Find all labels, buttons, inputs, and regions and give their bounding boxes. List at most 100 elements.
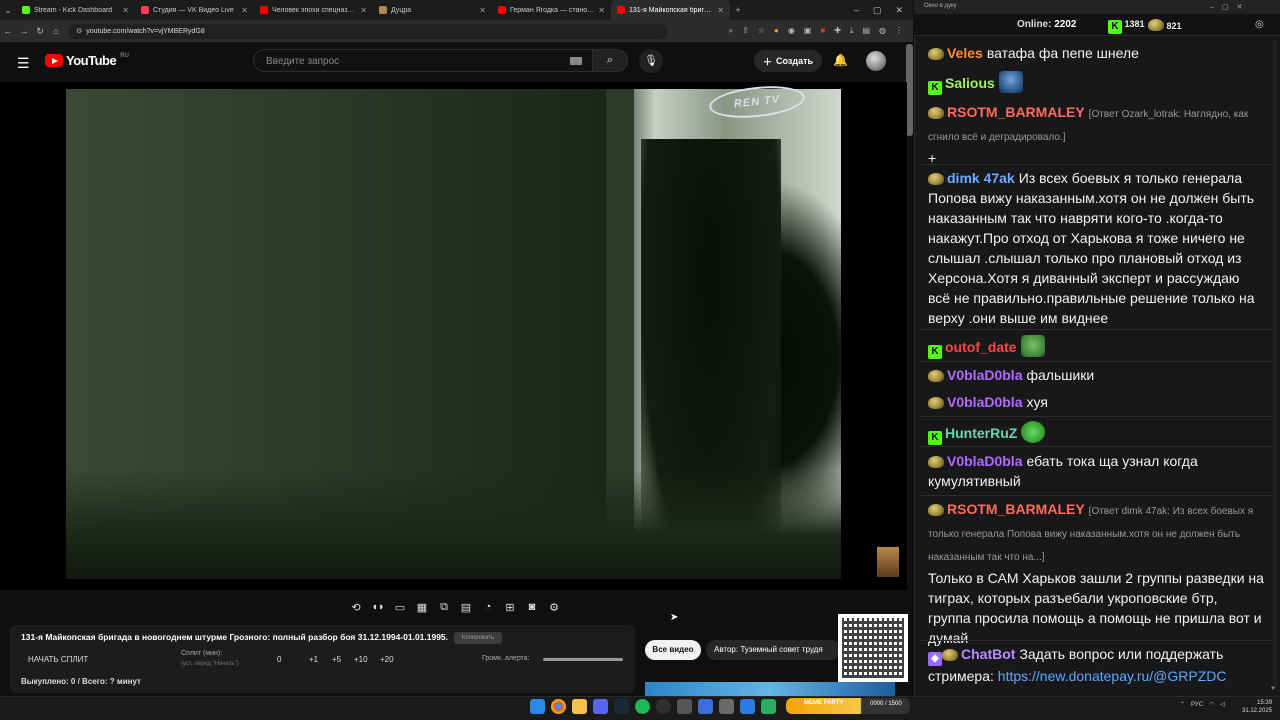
minimize-icon[interactable]: – bbox=[854, 5, 859, 16]
tab-search-icon[interactable]: ⌄ bbox=[0, 5, 16, 16]
media-player-icon[interactable] bbox=[698, 699, 713, 714]
increment-10-button[interactable]: +10 bbox=[354, 655, 368, 664]
theater-mode-icon[interactable]: ▤ bbox=[458, 601, 474, 614]
tray-chevron-icon[interactable]: ⌃ bbox=[1180, 701, 1185, 708]
new-tab-button[interactable]: + bbox=[730, 5, 746, 15]
chat-username[interactable]: Salious bbox=[945, 75, 995, 91]
spotify-icon[interactable] bbox=[635, 699, 650, 714]
close-icon[interactable]: ✕ bbox=[241, 6, 248, 15]
author-chip[interactable]: Автор: Туземный совет трудя bbox=[706, 640, 841, 660]
settings-gear-icon[interactable]: ⚙ bbox=[546, 601, 562, 614]
app-icon[interactable] bbox=[719, 699, 734, 714]
start-split-button[interactable]: НАЧАТЬ СПЛИТ bbox=[28, 655, 88, 664]
tab-youtube-2[interactable]: Герман Ягодка — становлени... ✕ bbox=[492, 0, 611, 20]
hamburger-menu-icon[interactable]: ☰ bbox=[17, 55, 30, 72]
close-icon[interactable]: ✕ bbox=[122, 6, 129, 15]
extension-icon[interactable]: ■ bbox=[820, 26, 825, 36]
close-window-icon[interactable]: ✕ bbox=[895, 5, 903, 16]
chrome-icon[interactable] bbox=[551, 699, 566, 714]
chat-scrollbar[interactable] bbox=[1273, 40, 1277, 690]
close-icon[interactable]: ✕ bbox=[598, 6, 605, 15]
chat-username[interactable]: V0blaD0bla bbox=[947, 394, 1022, 410]
search-button[interactable]: ⌕ bbox=[592, 49, 628, 72]
volume-icon[interactable]: ◁ bbox=[1220, 701, 1225, 708]
speed-gauge-icon[interactable]: ◔ bbox=[480, 601, 496, 613]
home-icon[interactable]: ⌂ bbox=[48, 26, 64, 36]
extension-icon[interactable]: ● bbox=[774, 26, 779, 36]
tab-dutsra[interactable]: Дуцра ✕ bbox=[373, 0, 492, 20]
forward-icon[interactable]: → bbox=[16, 26, 32, 36]
close-icon[interactable]: ✕ bbox=[717, 6, 724, 15]
app-icon[interactable] bbox=[761, 699, 776, 714]
extension-icon[interactable]: ◉ bbox=[788, 26, 795, 36]
tab-youtube-1[interactable]: Человек эпохи спецназа. Как ... ✕ bbox=[254, 0, 373, 20]
extensions-puzzle-icon[interactable]: ✚ bbox=[834, 26, 841, 36]
chat-username[interactable]: dimk 47ak bbox=[947, 170, 1015, 186]
app-icon[interactable] bbox=[740, 699, 755, 714]
voice-search-button[interactable]: 🎙 bbox=[639, 49, 663, 73]
add-screen-icon[interactable]: ⊞ bbox=[502, 601, 518, 614]
audio-wave-icon[interactable]: ◖◗ bbox=[370, 601, 386, 613]
maximize-icon[interactable]: ▢ bbox=[1222, 4, 1237, 11]
app-icon[interactable] bbox=[677, 699, 692, 714]
video-frame[interactable] bbox=[66, 89, 841, 579]
sidebar-icon[interactable]: ▤ bbox=[862, 26, 870, 36]
url-field[interactable]: ⚙ youtube.com/watch?v=vjYMBERydG8 bbox=[68, 23, 668, 39]
reload-icon[interactable]: ↻ bbox=[32, 26, 48, 37]
extension-icon[interactable]: ▣ bbox=[804, 26, 812, 36]
chat-username[interactable]: RSOTM_BARMALEY bbox=[947, 501, 1085, 517]
all-videos-chip[interactable]: Все видео bbox=[645, 640, 701, 660]
chat-username[interactable]: RSOTM_BARMALEY bbox=[947, 104, 1085, 120]
alert-volume-slider[interactable] bbox=[543, 658, 623, 661]
donate-link[interactable]: https://new.donatepay.ru/@GRPZDC bbox=[998, 668, 1227, 684]
create-button[interactable]: ＋ Создать bbox=[754, 50, 822, 72]
zoom-icon[interactable]: ⌕ bbox=[729, 26, 733, 36]
close-icon[interactable]: ✕ bbox=[1237, 4, 1251, 11]
keyboard-icon[interactable] bbox=[570, 57, 582, 65]
notifications-bell-icon[interactable]: 🔔 bbox=[833, 53, 848, 67]
chat-username[interactable]: V0blaD0bla bbox=[947, 367, 1022, 383]
tab-vk-studio[interactable]: Студия — VK Видео Live ✕ bbox=[135, 0, 254, 20]
steam-icon[interactable] bbox=[614, 699, 629, 714]
increment-1-button[interactable]: +1 bbox=[309, 655, 318, 664]
bookmark-star-icon[interactable]: ☆ bbox=[758, 26, 765, 36]
profile-icon[interactable]: ◍ bbox=[879, 26, 886, 36]
youtube-logo[interactable]: YouTube RU bbox=[45, 53, 129, 68]
picture-in-picture-icon[interactable]: ⧉ bbox=[436, 601, 452, 614]
site-info-icon[interactable]: ⚙ bbox=[76, 27, 82, 35]
minimize-icon[interactable]: – bbox=[1210, 4, 1222, 11]
clapperboard-icon[interactable]: ▦ bbox=[414, 601, 430, 614]
download-icon[interactable]: ⤓ bbox=[850, 26, 854, 36]
search-input[interactable]: Введите запрос bbox=[253, 49, 593, 72]
copy-button[interactable]: Копировать bbox=[454, 632, 502, 644]
wifi-icon[interactable]: ◠ bbox=[1209, 701, 1214, 708]
discord-icon[interactable] bbox=[593, 699, 608, 714]
loop-icon[interactable]: ⟲ bbox=[348, 601, 364, 614]
chat-username[interactable]: outof_date bbox=[945, 339, 1017, 355]
chat-username[interactable]: ChatBot bbox=[961, 646, 1015, 662]
taskbar-clock[interactable]: 15:39 31.12.2025 bbox=[1242, 699, 1272, 715]
chat-username[interactable]: V0blaD0bla bbox=[947, 453, 1022, 469]
screenshot-camera-icon[interactable]: ◙ bbox=[524, 601, 540, 613]
page-scrollbar[interactable] bbox=[906, 44, 913, 136]
file-explorer-icon[interactable] bbox=[572, 699, 587, 714]
chat-username[interactable]: Veles bbox=[947, 45, 983, 61]
chat-username[interactable]: HunterRuZ bbox=[945, 425, 1017, 441]
scroll-down-icon[interactable]: ▼ bbox=[1270, 686, 1276, 692]
close-icon[interactable]: ✕ bbox=[360, 6, 367, 15]
back-icon[interactable]: ← bbox=[0, 26, 16, 36]
watch-later-icon[interactable]: ▭ bbox=[392, 601, 408, 614]
share-icon[interactable]: ⇪ bbox=[742, 26, 749, 36]
close-icon[interactable]: ✕ bbox=[479, 6, 486, 15]
maximize-icon[interactable]: ▢ bbox=[873, 5, 882, 16]
increment-5-button[interactable]: +5 bbox=[332, 655, 341, 664]
increment-20-button[interactable]: +20 bbox=[380, 655, 394, 664]
language-indicator[interactable]: РУС bbox=[1191, 702, 1203, 708]
tab-kick-dashboard[interactable]: Stream - Kick Dashboard ✕ bbox=[16, 0, 135, 20]
avatar[interactable] bbox=[866, 51, 886, 71]
split-value[interactable]: 0 bbox=[277, 655, 281, 664]
chat-settings-icon[interactable]: ◎ bbox=[1255, 19, 1264, 30]
tab-youtube-active[interactable]: 131-я Майкопская бригад... ✕ bbox=[611, 0, 730, 20]
menu-icon[interactable]: ⋮ bbox=[895, 26, 903, 36]
windows-start-icon[interactable] bbox=[530, 699, 545, 714]
